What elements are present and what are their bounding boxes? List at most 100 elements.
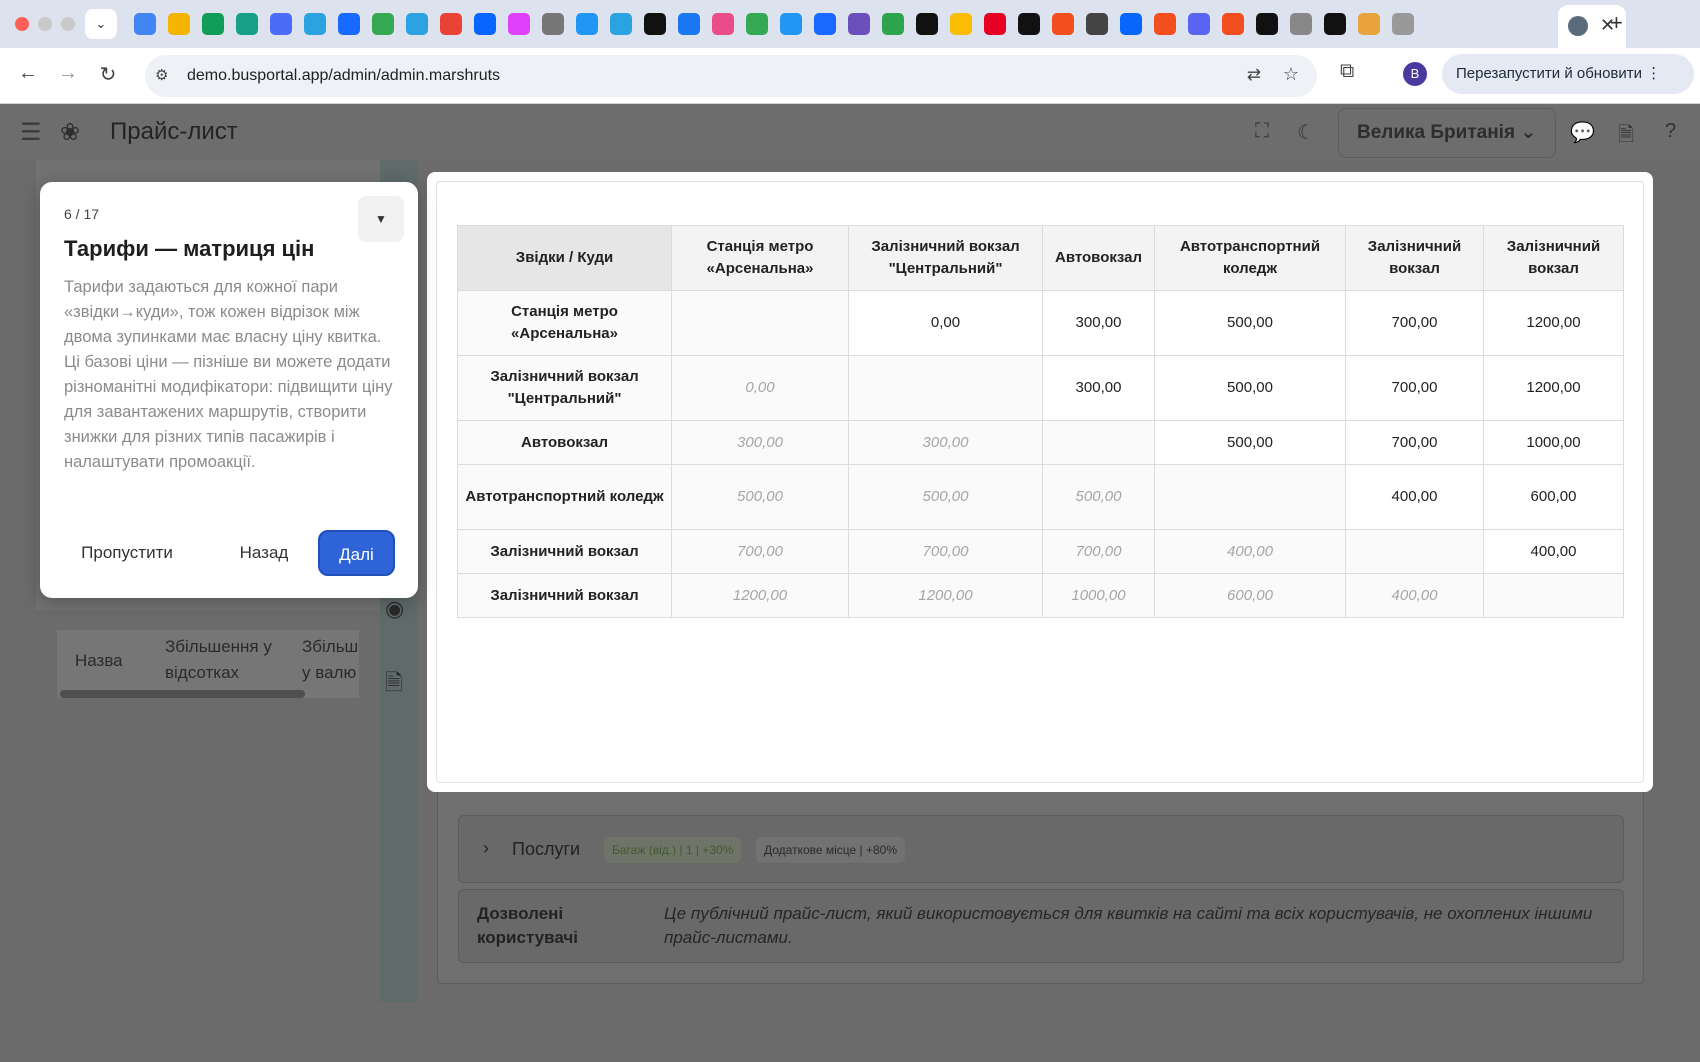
tour-skip-button[interactable]: Пропустити: [62, 530, 192, 576]
country-select[interactable]: Велика Британія ⌄: [1338, 108, 1556, 158]
matrix-price-cell[interactable]: 1200,00: [1483, 290, 1624, 356]
pinned-tab-favicon-icon[interactable]: [440, 13, 462, 35]
pinned-tab-favicon-icon[interactable]: [304, 13, 326, 35]
browser-tab-strip: ⌄ ✕ +: [0, 0, 1700, 48]
matrix-diagonal-cell: [1483, 573, 1624, 618]
tour-back-button[interactable]: Назад: [220, 530, 308, 576]
pinned-tab-favicon-icon[interactable]: [474, 13, 496, 35]
menu-hamburger-icon[interactable]: ☰: [20, 118, 42, 147]
pinned-tab-favicon-icon[interactable]: [1018, 13, 1040, 35]
pinned-tab-favicon-icon[interactable]: [508, 13, 530, 35]
dark-mode-moon-icon[interactable]: ☾: [1297, 120, 1315, 145]
pinned-tab-favicon-icon[interactable]: [780, 13, 802, 35]
allowed-users-label: Дозволені користувачі: [477, 904, 579, 947]
bookmark-star-icon[interactable]: ☆: [1283, 64, 1299, 85]
matrix-mirror-price-cell: 500,00: [671, 464, 849, 530]
matrix-price-cell[interactable]: 600,00: [1483, 464, 1624, 530]
matrix-price-cell[interactable]: 400,00: [1483, 529, 1624, 574]
pinned-tab-favicon-icon[interactable]: [406, 13, 428, 35]
pinned-tab-favicon-icon[interactable]: [1392, 13, 1414, 35]
matrix-price-cell[interactable]: 700,00: [1345, 420, 1484, 465]
window-close-button[interactable]: [15, 17, 29, 31]
pinned-tab-favicon-icon[interactable]: [1324, 13, 1346, 35]
chevron-right-icon[interactable]: ›: [483, 838, 489, 859]
pinned-tab-favicon-icon[interactable]: [1256, 13, 1278, 35]
address-bar[interactable]: ⚙ demo.busportal.app/admin/admin.marshru…: [145, 55, 1317, 97]
chat-bubble-icon[interactable]: 💬: [1570, 120, 1595, 145]
tour-next-button[interactable]: Далі: [318, 530, 395, 576]
pinned-tab-favicon-icon[interactable]: [1120, 13, 1142, 35]
pinned-tab-favicon-icon[interactable]: [202, 13, 224, 35]
globe-icon[interactable]: ◉: [385, 596, 404, 622]
more-menu-icon[interactable]: ⋮: [1646, 65, 1661, 82]
matrix-price-cell[interactable]: 0,00: [848, 290, 1043, 356]
site-settings-icon[interactable]: ⚙: [155, 66, 168, 84]
matrix-price-cell[interactable]: 500,00: [1154, 420, 1346, 465]
pinned-tab-favicon-icon[interactable]: [610, 13, 632, 35]
pinned-tab-favicon-icon[interactable]: [950, 13, 972, 35]
matrix-price-cell[interactable]: 500,00: [1154, 290, 1346, 356]
horizontal-scrollbar[interactable]: [60, 690, 305, 698]
document-icon[interactable]: 🗎: [385, 666, 403, 704]
modifiers-table-preview: Назва Збільшення у відсотках Збільш у ва…: [57, 630, 359, 698]
tab-search-button[interactable]: ⌄: [85, 9, 117, 39]
pinned-tab-favicon-icon[interactable]: [712, 13, 734, 35]
matrix-price-cell[interactable]: 1200,00: [1483, 355, 1624, 421]
forward-arrow-icon[interactable]: →: [54, 62, 82, 85]
window-zoom-button[interactable]: [61, 17, 75, 31]
matrix-diagonal-cell: [1154, 464, 1346, 530]
pinned-tab-favicon-icon[interactable]: [576, 13, 598, 35]
help-circle-icon[interactable]: ?: [1665, 120, 1676, 143]
services-section[interactable]: › Послуги Багаж (від.) | 1 | +30% Додатк…: [458, 815, 1624, 883]
matrix-price-cell[interactable]: 400,00: [1345, 464, 1484, 530]
allowed-users-text: Це публічний прайс-лист, який використов…: [664, 904, 1593, 947]
pinned-tab-favicon-icon[interactable]: [1358, 13, 1380, 35]
pinned-tab-favicon-icon[interactable]: [882, 13, 904, 35]
profile-avatar[interactable]: B: [1403, 62, 1427, 86]
matrix-price-cell[interactable]: 1000,00: [1483, 420, 1624, 465]
pinned-tab-favicon-icon[interactable]: [168, 13, 190, 35]
pinned-tab-favicon-icon[interactable]: [542, 13, 564, 35]
pinned-tab-favicon-icon[interactable]: [236, 13, 258, 35]
pinned-tab-favicon-icon[interactable]: [984, 13, 1006, 35]
extensions-puzzle-icon[interactable]: ⧉: [1340, 60, 1354, 83]
url-text[interactable]: demo.busportal.app/admin/admin.marshruts: [187, 67, 500, 85]
matrix-price-cell[interactable]: 300,00: [1042, 290, 1155, 356]
table-header-name: Назва: [75, 651, 123, 670]
back-arrow-icon[interactable]: ←: [14, 62, 42, 85]
tariff-matrix: Звідки / Куди Станція метро «Арсенальна»…: [457, 225, 1624, 618]
allowed-users-section: Дозволені користувачі Це публічний прайс…: [458, 889, 1624, 963]
matrix-price-cell[interactable]: 700,00: [1345, 355, 1484, 421]
pinned-tab-favicon-icon[interactable]: [848, 13, 870, 35]
translate-icon[interactable]: ⇄: [1247, 65, 1261, 85]
pinned-tab-favicon-icon[interactable]: [678, 13, 700, 35]
service-badge-baggage: Багаж (від.) | 1 | +30%: [604, 837, 742, 863]
pinned-tab-favicon-icon[interactable]: [916, 13, 938, 35]
pinned-tab-favicon-icon[interactable]: [1222, 13, 1244, 35]
relaunch-button[interactable]: Перезапустити й обновити ⋮: [1442, 54, 1694, 94]
pinned-tab-favicon-icon[interactable]: [746, 13, 768, 35]
matrix-price-cell[interactable]: 700,00: [1345, 290, 1484, 356]
pinned-tab-favicon-icon[interactable]: [644, 13, 666, 35]
reload-icon[interactable]: ↻: [94, 62, 122, 87]
window-minimize-button[interactable]: [38, 17, 52, 31]
matrix-row-header: Автовокзал: [457, 420, 672, 465]
pinned-tab-favicon-icon[interactable]: [1188, 13, 1210, 35]
pinned-tab-favicon-icon[interactable]: [1086, 13, 1108, 35]
new-document-icon[interactable]: 🗎: [1618, 120, 1634, 154]
fullscreen-icon[interactable]: ⛶: [1255, 120, 1269, 143]
matrix-price-cell[interactable]: 300,00: [1042, 355, 1155, 421]
pinned-tab-favicon-icon[interactable]: [134, 13, 156, 35]
pinned-tab-favicon-icon[interactable]: [338, 13, 360, 35]
matrix-corner-label: Звідки / Куди: [457, 225, 672, 291]
new-tab-button[interactable]: +: [1610, 10, 1623, 36]
pinned-tab-favicon-icon[interactable]: [270, 13, 292, 35]
tour-collapse-button[interactable]: ▼: [358, 196, 404, 242]
chevron-down-icon: ⌄: [1520, 122, 1537, 143]
pinned-tab-favicon-icon[interactable]: [814, 13, 836, 35]
pinned-tab-favicon-icon[interactable]: [1052, 13, 1074, 35]
pinned-tab-favicon-icon[interactable]: [1290, 13, 1312, 35]
pinned-tab-favicon-icon[interactable]: [372, 13, 394, 35]
matrix-price-cell[interactable]: 500,00: [1154, 355, 1346, 421]
pinned-tab-favicon-icon[interactable]: [1154, 13, 1176, 35]
